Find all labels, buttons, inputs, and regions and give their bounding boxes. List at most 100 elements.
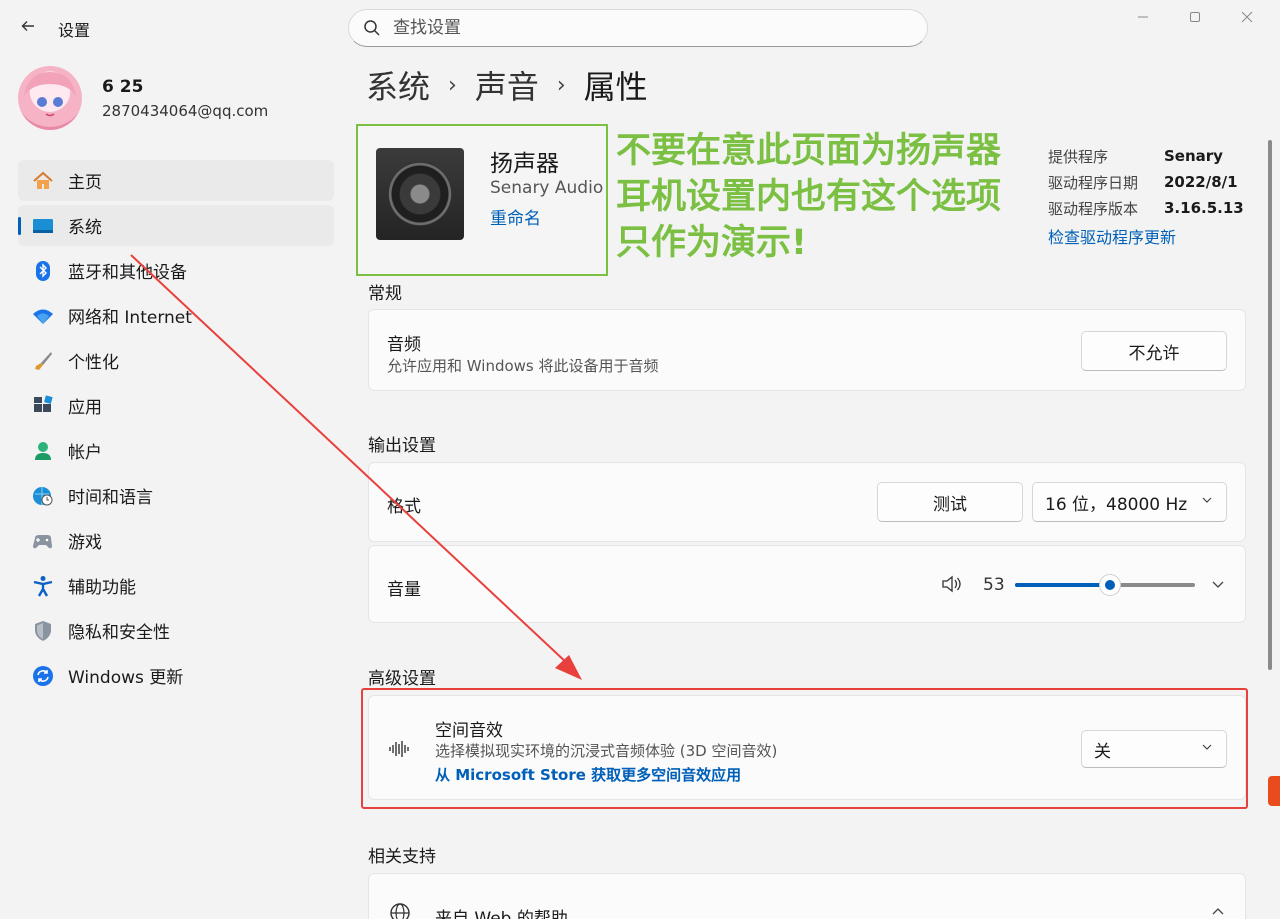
back-arrow-icon [21, 21, 34, 31]
avatar [18, 66, 82, 130]
apps-icon [32, 394, 54, 417]
speaker-icon [376, 148, 464, 240]
volume-slider-fill [1015, 583, 1111, 587]
check-driver-update-link[interactable]: 检查驱动程序更新 [1048, 224, 1176, 248]
test-button[interactable]: 测试 [877, 482, 1023, 522]
driver-version-label: 驱动程序版本 [1048, 199, 1139, 218]
sidebar-item-label: 应用 [68, 398, 102, 418]
annotation-note: 不要在意此页面为扬声器 耳机设置内也有这个选项 只作为演示! [616, 128, 1036, 266]
shield-icon [32, 620, 54, 642]
sidebar-item-label: 辅助功能 [68, 578, 136, 598]
volume-title: 音量 [387, 580, 421, 600]
highlight-box [361, 688, 1248, 809]
globe-clock-icon [32, 485, 54, 507]
sidebar-item-label: 系统 [68, 218, 102, 238]
sidebar-item-label: 时间和语言 [68, 488, 153, 508]
sidebar-item-label: 蓝牙和其他设备 [68, 263, 187, 283]
sidebar-item-bluetooth[interactable]: 蓝牙和其他设备 [18, 250, 334, 291]
sidebar-nav: 主页 系统 蓝牙和其他设备 网络和 Internet 个性化 应用 帐户 时间和… [18, 160, 334, 700]
annotation-line: 不要在意此页面为扬声器 [616, 131, 1002, 171]
minimize-button[interactable] [1120, 4, 1166, 30]
audio-title: 音频 [387, 335, 421, 355]
sidebar-item-apps[interactable]: 应用 [18, 385, 334, 426]
search-box[interactable] [348, 9, 928, 47]
sidebar-item-accounts[interactable]: 帐户 [18, 430, 334, 471]
driver-date-label: 驱动程序日期 [1048, 173, 1139, 192]
breadcrumb-separator: › [556, 72, 566, 98]
section-support: 相关支持 [368, 847, 436, 867]
sidebar-item-label: 隐私和安全性 [68, 623, 170, 643]
volume-card: 音量 53 [368, 545, 1246, 623]
format-card: 格式 测试 16 位，48000 Hz [368, 462, 1246, 542]
chevron-down-icon[interactable] [1211, 580, 1225, 590]
search-icon [364, 20, 380, 36]
user-profile[interactable]: 6 25 2870434064@qq.com [18, 66, 338, 132]
accessibility-icon [32, 575, 54, 597]
driver-provider-value: Senary [1164, 147, 1223, 165]
page-title: 属性 [583, 68, 648, 106]
bluetooth-icon [32, 260, 54, 282]
device-vendor: Senary Audio [490, 178, 604, 198]
sidebar-item-personalization[interactable]: 个性化 [18, 340, 334, 381]
brush-icon [32, 350, 54, 372]
maximize-button[interactable] [1172, 4, 1218, 30]
sidebar-item-label: 网络和 Internet [68, 308, 192, 328]
close-button[interactable] [1224, 4, 1270, 30]
breadcrumb-system[interactable]: 系统 [366, 62, 430, 108]
format-dropdown[interactable]: 16 位，48000 Hz [1032, 482, 1227, 522]
disallow-button[interactable]: 不允许 [1081, 331, 1227, 371]
sidebar-item-privacy[interactable]: 隐私和安全性 [18, 610, 334, 651]
sidebar-item-label: 帐户 [68, 443, 102, 463]
audio-card: 音频 允许应用和 Windows 将此设备用于音频 不允许 [368, 309, 1246, 391]
sidebar-item-windows-update[interactable]: Windows 更新 [18, 655, 334, 696]
device-header: 扬声器 Senary Audio 重命名 [356, 124, 608, 276]
sidebar-item-home[interactable]: 主页 [18, 160, 334, 201]
back-button[interactable] [14, 12, 42, 40]
edge-tab [1268, 776, 1280, 806]
profile-email: 2870434064@qq.com [102, 102, 269, 120]
driver-provider-label: 提供程序 [1048, 147, 1109, 166]
gamepad-icon [32, 530, 54, 552]
wifi-icon [32, 305, 54, 327]
volume-slider[interactable] [1015, 574, 1195, 596]
volume-slider-thumb[interactable] [1099, 574, 1122, 596]
chevron-up-icon[interactable] [1211, 906, 1225, 916]
volume-value: 53 [983, 575, 1005, 595]
sidebar-item-label: 游戏 [68, 533, 102, 553]
section-output: 输出设置 [368, 436, 436, 456]
speaker-volume-icon[interactable] [941, 575, 961, 593]
scrollbar[interactable] [1268, 140, 1272, 670]
home-icon [32, 170, 54, 192]
sidebar-item-network[interactable]: 网络和 Internet [18, 295, 334, 336]
update-icon [32, 665, 54, 687]
driver-info: 提供程序 Senary 驱动程序日期 2022/8/1 驱动程序版本 3.16.… [1048, 143, 1244, 221]
web-help-title: 来自 Web 的帮助 [435, 909, 568, 919]
sidebar-item-gaming[interactable]: 游戏 [18, 520, 334, 561]
maximize-icon [1190, 12, 1200, 22]
breadcrumb-sound[interactable]: 声音 [475, 62, 539, 108]
person-icon [32, 440, 54, 462]
section-advanced: 高级设置 [368, 669, 436, 689]
web-help-card[interactable]: 来自 Web 的帮助 [368, 873, 1246, 919]
close-icon [1241, 11, 1253, 23]
title-bar: 设置 [0, 0, 1280, 56]
search-input[interactable] [393, 18, 873, 38]
annotation-line: 只作为演示! [616, 223, 807, 263]
format-title: 格式 [387, 497, 421, 517]
sidebar-item-time-language[interactable]: 时间和语言 [18, 475, 334, 516]
avatar-illustration [24, 72, 76, 117]
breadcrumb-separator: › [448, 72, 457, 98]
app-title: 设置 [58, 21, 91, 40]
profile-name: 6 25 [102, 77, 144, 97]
audio-description: 允许应用和 Windows 将此设备用于音频 [387, 357, 659, 375]
sidebar-item-accessibility[interactable]: 辅助功能 [18, 565, 334, 606]
sidebar-item-label: 主页 [68, 173, 102, 193]
sidebar-item-system[interactable]: 系统 [18, 205, 334, 246]
rename-link[interactable]: 重命名 [490, 204, 541, 229]
device-name: 扬声器 [490, 151, 559, 177]
driver-date-value: 2022/8/1 [1164, 173, 1238, 191]
section-general: 常规 [368, 284, 402, 304]
globe-icon [390, 903, 410, 919]
system-icon [32, 215, 54, 237]
driver-version-value: 3.16.5.13 [1164, 199, 1244, 217]
